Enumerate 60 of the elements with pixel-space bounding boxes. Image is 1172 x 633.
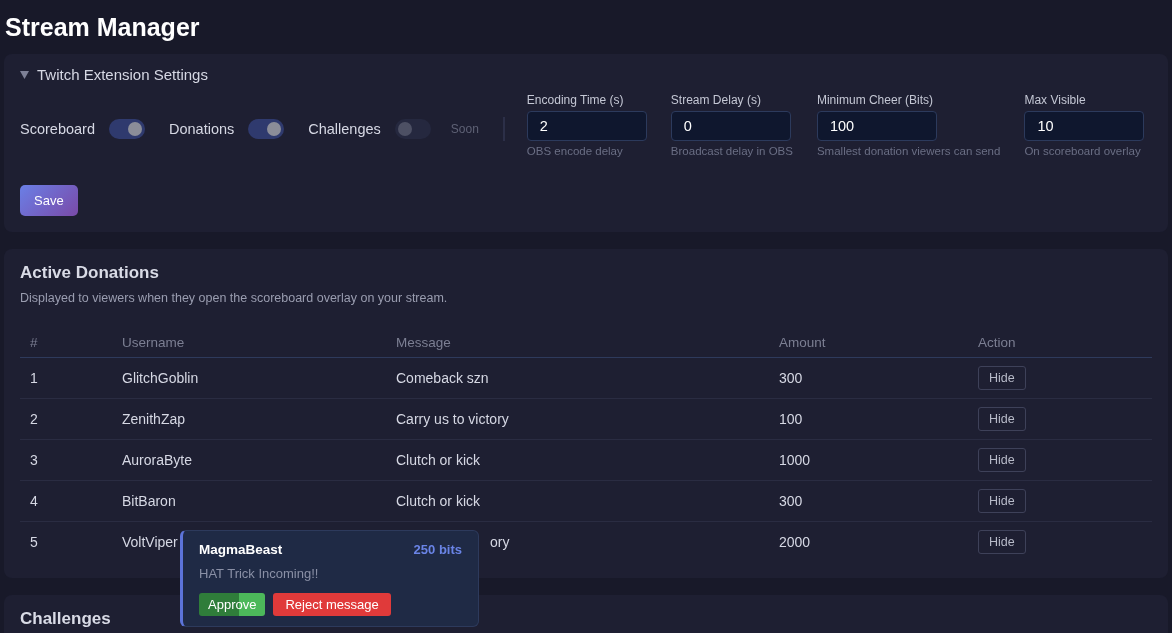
field-hint: Smallest donation viewers can send (816, 145, 1001, 157)
popup-message: HAT Trick Incoming!! (199, 566, 320, 581)
field-hint: On scoreboard overlay (1024, 145, 1142, 157)
approve-button[interactable]: Approve (199, 593, 266, 616)
toggle-label: Challenges (308, 121, 381, 137)
input-field[interactable]: 10 (1024, 111, 1145, 141)
toggle-switch[interactable] (108, 119, 145, 139)
section-heading[interactable]: Twitch Extension Settings (37, 66, 208, 83)
table-cell-text: ZenithZap (121, 411, 187, 427)
input-field[interactable]: 0 (670, 111, 791, 141)
table-cell-text: ory (489, 534, 511, 550)
field-hint: OBS encode delay (526, 145, 624, 157)
table-cell-text: 100 (778, 411, 804, 427)
field-label: Stream Delay (s) (670, 93, 762, 107)
table-cell-text: VoltViper (121, 534, 179, 550)
table-cell-text: Clutch or kick (395, 452, 482, 468)
field-hint: Broadcast delay in OBS (670, 145, 793, 157)
hide-button[interactable]: Hide (978, 448, 1026, 472)
table-cell-text: 5 (29, 534, 39, 550)
table-cell-text: AuroraByte (121, 452, 194, 468)
table-cell-text: 300 (778, 370, 804, 386)
reject-button[interactable]: Reject message (273, 593, 391, 616)
section-description: Displayed to viewers when they open the scoreboard overlay on your stream. (20, 291, 449, 305)
table-cell-text: 300 (778, 493, 804, 509)
toggle-label: Donations (168, 121, 235, 137)
table-cell-text: 1000 (778, 452, 812, 468)
table-cell-text: 3 (29, 452, 39, 468)
section-heading: Active Donations (20, 263, 160, 283)
table-cell-text: 4 (29, 493, 39, 509)
column-header: # (29, 334, 39, 350)
popup-amount: 250 bits (413, 542, 462, 557)
table-cell-text: 2 (29, 411, 39, 427)
table-cell-text: BitBaron (121, 493, 177, 509)
table-cell-text: Comeback szn (395, 370, 490, 386)
note-text: Soon (450, 122, 479, 136)
hide-button[interactable]: Hide (978, 530, 1026, 554)
field-label: Encoding Time (s) (526, 93, 625, 107)
table-cell-text: 1 (29, 370, 39, 386)
field-label: Minimum Cheer (Bits) (816, 93, 934, 107)
toggle-label: Scoreboard (20, 121, 95, 137)
input-field[interactable]: 100 (816, 111, 937, 141)
disclosure-triangle-icon[interactable] (20, 70, 29, 79)
column-header: Amount (778, 334, 827, 350)
input-field[interactable]: 2 (526, 111, 647, 141)
table-cell-text: Carry us to victory (395, 411, 510, 427)
hide-button[interactable]: Hide (978, 366, 1026, 390)
hide-button[interactable]: Hide (978, 489, 1026, 513)
table-cell-text: Clutch or kick (395, 493, 482, 509)
section-heading: Challenges (20, 609, 111, 629)
table-cell-text: 2000 (778, 534, 812, 550)
column-header: Message (395, 334, 452, 350)
hide-button[interactable]: Hide (978, 407, 1026, 431)
page-title: Stream Manager (4, 12, 201, 43)
column-header: Action (977, 334, 1017, 350)
field-label: Max Visible (1024, 93, 1087, 107)
popup-username: MagmaBeast (199, 542, 283, 557)
table-cell-text: GlitchGoblin (121, 370, 200, 386)
column-header: Username (121, 334, 186, 350)
toggle-switch[interactable] (248, 119, 285, 139)
save-button[interactable]: Save (20, 185, 78, 216)
